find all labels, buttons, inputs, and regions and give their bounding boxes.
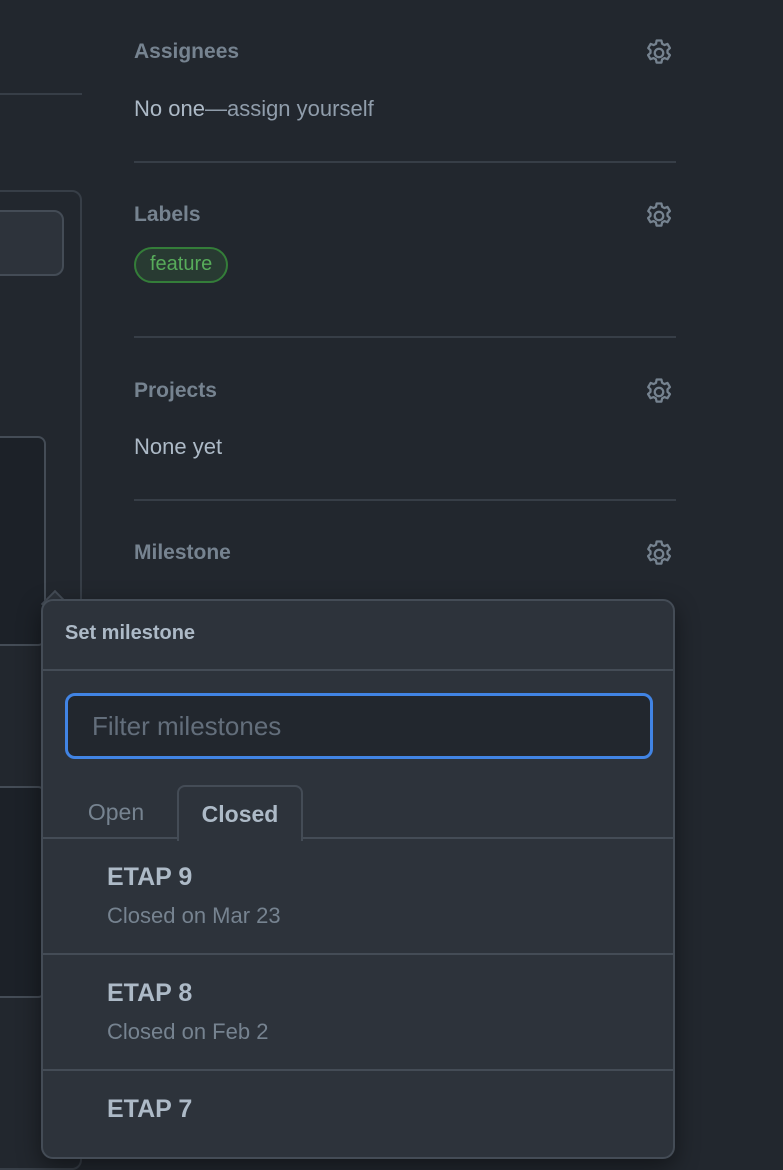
assignees-heading: Assignees [134,40,240,63]
tab-closed[interactable]: Closed [177,785,303,841]
main-divider [0,93,82,95]
milestone-status: Closed on Mar 23 [107,903,281,928]
title-field[interactable] [0,210,64,276]
labels-heading: Labels [134,203,201,226]
tab-open[interactable]: Open [71,785,161,839]
projects-heading: Projects [134,379,217,402]
sidebar-divider [134,161,676,163]
milestone-name: ETAP 8 [107,979,193,1007]
milestone-list: ETAP 9 Closed on Mar 23 ETAP 8 Closed on… [43,837,673,1157]
dropdown-title: Set milestone [65,622,196,644]
sidebar-divider [134,499,676,501]
milestone-status: Closed on Feb 2 [107,1019,269,1044]
milestone-item[interactable]: ETAP 7 [43,1069,673,1157]
comment-textarea[interactable] [0,436,46,646]
dropdown-header-divider [43,669,673,671]
label-feature[interactable]: feature [134,247,229,283]
filter-milestones-input[interactable] [65,693,653,759]
gear-icon[interactable] [642,199,676,233]
milestone-dropdown: Set milestone Open Closed ETAP 9 Closed … [41,599,675,1159]
assignees-value: No one—assign yourself [134,96,374,122]
sidebar-divider [134,336,676,338]
assignees-empty-text: No one [134,96,205,121]
assign-yourself-link[interactable]: —assign yourself [205,96,374,121]
milestone-item[interactable]: ETAP 8 Closed on Feb 2 [43,953,673,1069]
gear-icon[interactable] [642,375,676,409]
projects-value: None yet [134,434,223,459]
milestone-name: ETAP 9 [107,863,193,891]
milestone-heading: Milestone [134,541,231,564]
gear-icon[interactable] [642,537,676,571]
gear-icon[interactable] [642,36,676,70]
milestone-name: ETAP 7 [107,1095,193,1123]
milestone-item[interactable]: ETAP 9 Closed on Mar 23 [43,837,673,953]
comment-textarea-secondary[interactable] [0,786,46,998]
